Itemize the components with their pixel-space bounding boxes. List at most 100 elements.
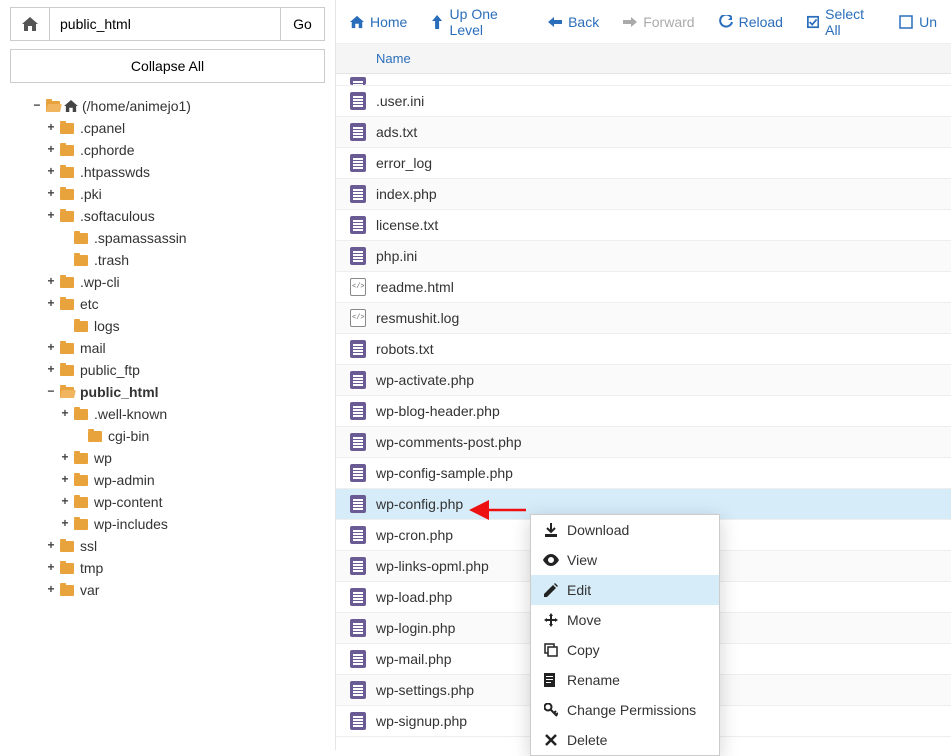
file-row[interactable]: wp-activate.php [336,365,951,396]
file-name: resmushit.log [372,310,459,326]
context-menu-label: Download [567,522,629,538]
home-button[interactable] [10,7,50,41]
context-menu-label: View [567,552,597,568]
context-menu-view[interactable]: View [531,545,719,575]
file-row[interactable]: ads.txt [336,117,951,148]
tree-node[interactable]: +.well-known [10,403,325,425]
context-menu-rename[interactable]: Rename [531,665,719,695]
tree-node[interactable]: +.cpanel [10,117,325,139]
go-button[interactable]: Go [280,7,325,41]
toggle-icon[interactable]: + [58,447,72,469]
toggle-icon[interactable]: + [58,403,72,425]
file-name: readme.html [372,279,454,295]
tree-root[interactable]: − (/home/animejo1) [10,95,325,117]
toggle-icon[interactable]: − [44,381,58,403]
tree-node[interactable]: +wp-includes [10,513,325,535]
toolbar-up[interactable]: Up One Level [431,6,524,38]
tree-node[interactable]: +public_ftp [10,359,325,381]
reload-icon [719,15,733,29]
toggle-icon[interactable]: + [44,205,58,227]
tree-node[interactable]: .trash [10,249,325,271]
toolbar-unselect[interactable]: Un [899,14,937,30]
context-menu-delete[interactable]: Delete [531,725,719,755]
file-row[interactable]: .user.ini [336,86,951,117]
tree-node[interactable]: +wp-admin [10,469,325,491]
file-row[interactable]: resmushit.log [336,303,951,334]
file-row[interactable]: license.txt [336,210,951,241]
collapse-all-button[interactable]: Collapse All [10,49,325,83]
tree-node[interactable]: logs [10,315,325,337]
forward-arrow-icon [623,15,637,29]
context-menu-change-permissions[interactable]: Change Permissions [531,695,719,725]
toggle-icon[interactable]: + [44,557,58,579]
toggle-icon[interactable]: + [44,359,58,381]
context-menu-label: Move [567,612,601,628]
context-menu-edit[interactable]: Edit [531,575,719,605]
toggle-icon[interactable]: + [44,535,58,557]
toolbar-reload[interactable]: Reload [719,14,783,30]
path-input[interactable] [50,7,280,41]
file-row[interactable]: wp-comments-post.php [336,427,951,458]
file-name: php.ini [372,248,417,264]
tree-node[interactable]: −public_html [10,381,325,403]
toggle-icon[interactable]: + [58,469,72,491]
toolbar-back[interactable]: Back [548,14,599,30]
toggle-icon[interactable]: + [44,337,58,359]
tree-node[interactable]: + .wp-cli [10,271,325,293]
tree-label: tmp [76,557,103,579]
toggle-icon[interactable]: + [44,293,58,315]
context-menu-move[interactable]: Move [531,605,719,635]
tree-node[interactable]: +etc [10,293,325,315]
tree-node[interactable]: .spamassassin [10,227,325,249]
annotation-arrow [478,502,528,521]
file-row[interactable]: robots.txt [336,334,951,365]
folder-closed-icon [86,431,104,442]
tree-label: var [76,579,99,601]
tree-node[interactable]: +.htpasswds [10,161,325,183]
toggle-icon[interactable]: + [44,271,58,293]
file-icon [344,216,372,234]
toggle-icon[interactable]: + [58,491,72,513]
toggle-icon[interactable]: − [30,95,44,117]
folder-closed-icon [72,409,90,420]
file-row[interactable]: index.php [336,179,951,210]
tree-node[interactable]: +ssl [10,535,325,557]
file-name: wp-cron.php [372,527,453,543]
context-menu-copy[interactable]: Copy [531,635,719,665]
file-icon [344,123,372,141]
file-icon [344,619,372,637]
file-name: robots.txt [372,341,434,357]
file-row[interactable]: readme.html [336,272,951,303]
folder-closed-icon [58,167,76,178]
file-row[interactable]: php.ini [336,241,951,272]
file-row-partial[interactable] [336,74,951,86]
toolbar-home[interactable]: Home [350,14,407,30]
tree-label: .wp-cli [76,271,120,293]
context-menu-label: Delete [567,732,607,748]
toolbar-select-all[interactable]: Select All [807,6,875,38]
file-row[interactable]: wp-blog-header.php [336,396,951,427]
toggle-icon[interactable]: + [44,183,58,205]
toggle-icon[interactable]: + [44,117,58,139]
file-name: wp-comments-post.php [372,434,522,450]
tree-node[interactable]: cgi-bin [10,425,325,447]
tree-node[interactable]: + tmp [10,557,325,579]
tree-node[interactable]: +.pki [10,183,325,205]
file-row[interactable]: wp-config-sample.php [336,458,951,489]
toggle-icon[interactable]: + [44,579,58,601]
file-row[interactable]: error_log [336,148,951,179]
file-icon [344,464,372,482]
toggle-icon[interactable]: + [44,139,58,161]
tree-node[interactable]: +wp [10,447,325,469]
context-menu-download[interactable]: Download [531,515,719,545]
toggle-icon[interactable]: + [44,161,58,183]
tree-node[interactable]: +mail [10,337,325,359]
file-icon [344,557,372,575]
tree-node[interactable]: + var [10,579,325,601]
tree-node[interactable]: +.softaculous [10,205,325,227]
tree-node[interactable]: +wp-content [10,491,325,513]
toggle-icon[interactable]: + [58,513,72,535]
tree-node[interactable]: +.cphorde [10,139,325,161]
folder-closed-icon [58,189,76,200]
name-column-header[interactable]: Name [376,51,411,66]
